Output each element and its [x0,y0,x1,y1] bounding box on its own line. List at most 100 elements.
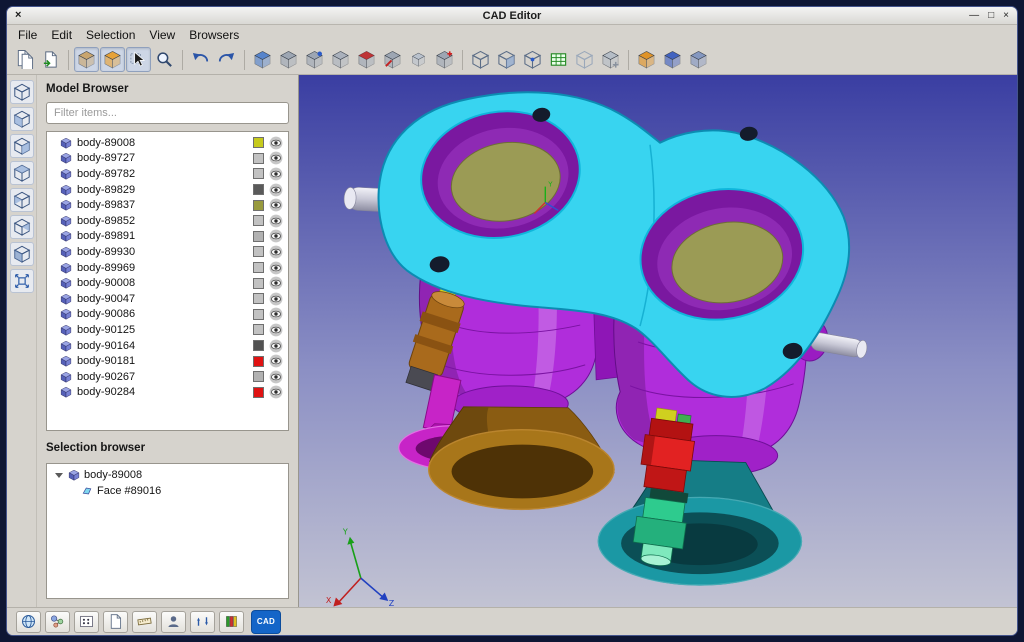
eye-visibility-icon[interactable] [269,229,283,243]
close-button[interactable]: × [1003,11,1009,21]
redo-icon[interactable] [214,47,239,72]
shaded-view-cube-icon[interactable] [74,47,99,72]
grid-table-icon[interactable] [546,47,571,72]
color-swatch[interactable] [253,262,264,273]
gray-cube-tool-icon[interactable] [276,47,301,72]
color-swatch[interactable] [253,153,264,164]
molecules-icon[interactable] [45,611,70,633]
eye-visibility-icon[interactable] [269,136,283,150]
color-swatch[interactable] [253,309,264,320]
tree-item[interactable]: body-90125 [47,322,288,338]
light-cube-tool-icon[interactable] [572,47,597,72]
cube-add-tool-icon[interactable] [432,47,457,72]
view-left-icon[interactable] [10,161,34,185]
color-swatch[interactable] [253,137,264,148]
cube-dot-tool-icon[interactable] [302,47,327,72]
eye-visibility-icon[interactable] [269,276,283,290]
eye-visibility-icon[interactable] [269,323,283,337]
orange-cube-tool-icon[interactable] [634,47,659,72]
document-icon[interactable] [103,611,128,633]
view-top-icon[interactable] [10,215,34,239]
filter-input[interactable] [46,102,289,124]
tree-item[interactable]: body-89852 [47,213,288,229]
menu-file[interactable]: File [11,26,44,44]
eye-visibility-icon[interactable] [269,214,283,228]
eye-visibility-icon[interactable] [269,261,283,275]
tree-item[interactable]: body-90181 [47,353,288,369]
eye-visibility-icon[interactable] [269,370,283,384]
color-swatch[interactable] [253,231,264,242]
up-down-arrows-icon[interactable] [190,611,215,633]
tree-item[interactable]: body-89891 [47,229,288,245]
title-bar[interactable]: × CAD Editor — □ × [7,7,1017,25]
tree-item[interactable]: body-89829 [47,182,288,198]
maximize-button[interactable]: □ [988,11,994,21]
view-bottom-icon[interactable] [10,242,34,266]
tree-item[interactable]: body-89930 [47,244,288,260]
steel-cube-tool-icon[interactable] [686,47,711,72]
cube-red-top-tool-icon[interactable] [354,47,379,72]
tree-item[interactable]: body-90047 [47,291,288,307]
cad-app-button[interactable]: CAD [251,610,281,634]
eye-visibility-icon[interactable] [269,167,283,181]
small-cube-tool-icon[interactable] [406,47,431,72]
color-swatch[interactable] [253,293,264,304]
wire-cube-tool-icon[interactable] [468,47,493,72]
tree-item[interactable]: body-90284 [47,385,288,401]
color-swatch[interactable] [253,200,264,211]
view-front-icon[interactable] [10,107,34,131]
tree-item[interactable]: body-89727 [47,151,288,167]
wire-cube-corner-tool-icon[interactable] [520,47,545,72]
color-stripes-icon[interactable] [219,611,244,633]
tree-item[interactable]: body-90086 [47,307,288,323]
menu-browsers[interactable]: Browsers [182,26,246,44]
textured-view-cube-icon[interactable] [100,47,125,72]
tree-item[interactable]: body-89837 [47,197,288,213]
color-swatch[interactable] [253,278,264,289]
eye-visibility-icon[interactable] [269,307,283,321]
eye-visibility-icon[interactable] [269,198,283,212]
wire-cube-face-tool-icon[interactable] [494,47,519,72]
blue-cube-tool-icon[interactable] [250,47,275,72]
tree-item[interactable]: body-89782 [47,166,288,182]
view-iso-icon[interactable] [10,80,34,104]
expander-icon[interactable] [55,473,63,478]
eye-visibility-icon[interactable] [269,183,283,197]
eye-visibility-icon[interactable] [269,151,283,165]
view-back-icon[interactable] [10,134,34,158]
color-swatch[interactable] [253,340,264,351]
tree-item[interactable]: body-90164 [47,338,288,354]
binary-grid-icon[interactable] [74,611,99,633]
undo-icon[interactable] [188,47,213,72]
color-swatch[interactable] [253,184,264,195]
menu-view[interactable]: View [142,26,182,44]
selection-root-item[interactable]: body-89008 [47,467,288,483]
eye-visibility-icon[interactable] [269,354,283,368]
zoom-fit-icon[interactable] [10,269,34,293]
eye-visibility-icon[interactable] [269,245,283,259]
color-swatch[interactable] [253,215,264,226]
tree-item[interactable]: body-89008 [47,135,288,151]
color-swatch[interactable] [253,246,264,257]
zoom-magnifier-icon[interactable] [152,47,177,72]
selection-face-item[interactable]: Face #89016 [47,483,288,499]
color-swatch[interactable] [253,387,264,398]
eye-visibility-icon[interactable] [269,385,283,399]
import-file-icon[interactable] [38,47,63,72]
menu-edit[interactable]: Edit [44,26,79,44]
eye-visibility-icon[interactable] [269,292,283,306]
color-swatch[interactable] [253,371,264,382]
user-icon[interactable] [161,611,186,633]
eye-visibility-icon[interactable] [269,339,283,353]
color-swatch[interactable] [253,324,264,335]
globe-icon[interactable] [16,611,41,633]
3d-viewport[interactable]: Y Y X Z [299,75,1017,607]
menu-selection[interactable]: Selection [79,26,142,44]
cube-tool-icon[interactable] [328,47,353,72]
select-cursor-icon[interactable] [126,47,151,72]
copy-pages-icon[interactable] [12,47,37,72]
minimize-button[interactable]: — [969,11,979,21]
view-right-icon[interactable] [10,188,34,212]
color-swatch[interactable] [253,168,264,179]
dark-blue-cube-tool-icon[interactable] [660,47,685,72]
